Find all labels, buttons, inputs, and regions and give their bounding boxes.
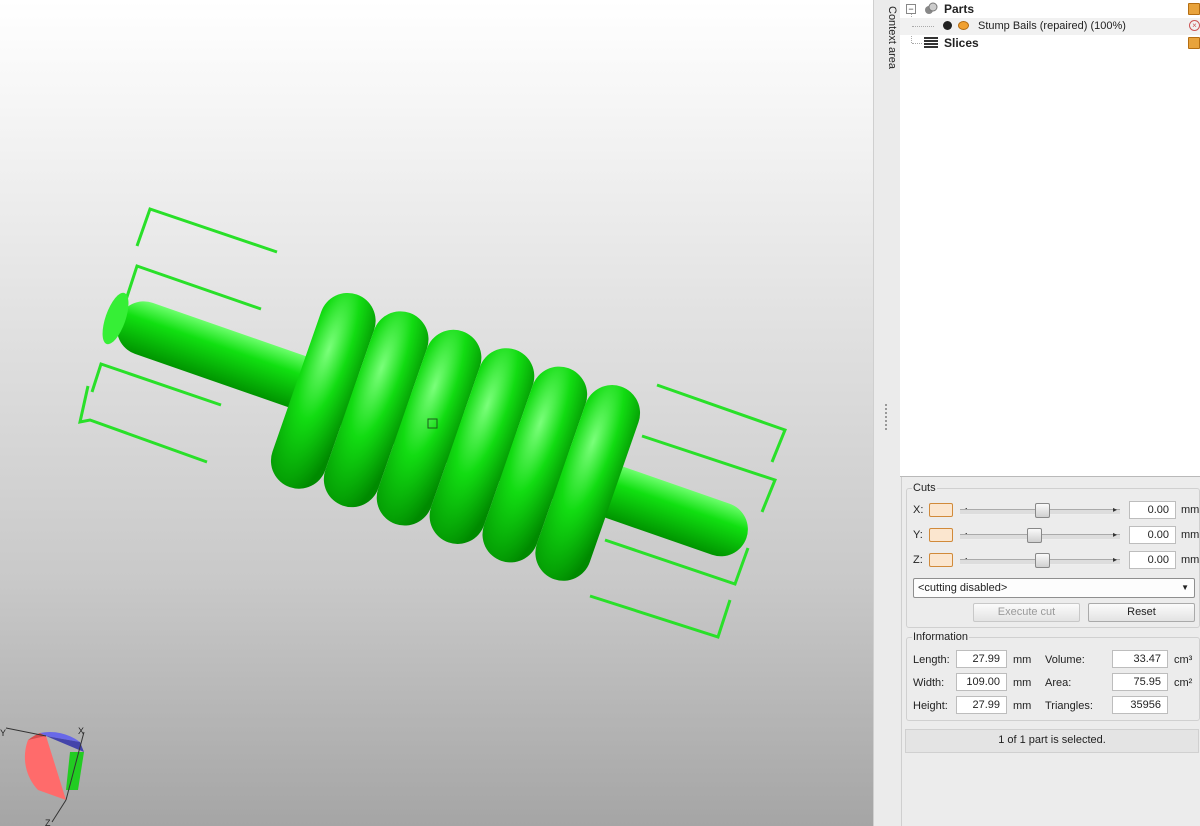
width-value: 109.00 — [956, 673, 1007, 691]
length-unit: mm — [1013, 654, 1032, 666]
cuts-title: Cuts — [912, 482, 937, 494]
cut-axis-label: X: — [913, 504, 924, 516]
slider-right-arrow-icon[interactable]: ▸ — [1113, 555, 1117, 564]
gizmo-x-label: X — [78, 726, 84, 736]
area-value: 75.95 — [1112, 673, 1168, 691]
cut-z-slider-thumb[interactable] — [1035, 553, 1050, 568]
reset-button[interactable]: Reset — [1088, 603, 1195, 622]
context-area-label[interactable]: Context area — [878, 6, 898, 69]
part-status-icon[interactable] — [958, 21, 969, 30]
visibility-dot-icon[interactable] — [943, 21, 952, 30]
cut-y-slider-thumb[interactable] — [1027, 528, 1042, 543]
collapse-icon[interactable]: − — [906, 4, 916, 14]
cut-z-unit: mm — [1181, 554, 1200, 566]
cut-x-slider-thumb[interactable] — [1035, 503, 1050, 518]
length-label: Length: — [913, 654, 950, 666]
tree-guide-line — [912, 43, 922, 44]
execute-cut-button[interactable]: Execute cut — [973, 603, 1080, 622]
cut-axis-label: Z: — [913, 554, 923, 566]
area-label: Area: — [1045, 677, 1072, 689]
axis-gizmo[interactable]: X Y Z — [0, 726, 85, 826]
cut-x-value-field[interactable]: 0.00 — [1129, 501, 1176, 519]
height-value: 27.99 — [956, 696, 1007, 714]
volume-value: 33.47 — [1112, 650, 1168, 668]
length-value: 27.99 — [956, 650, 1007, 668]
height-label: Height: — [913, 700, 948, 712]
tree-label-slices: Slices — [944, 36, 979, 50]
area-unit: cm² — [1174, 677, 1193, 689]
slider-right-arrow-icon[interactable]: ▸ — [1113, 530, 1117, 539]
gizmo-y-label: Y — [0, 728, 6, 738]
selection-status-bar: 1 of 1 part is selected. — [905, 729, 1199, 753]
cut-mode-select[interactable]: <cutting disabled> ▼ — [913, 578, 1195, 598]
triangles-value: 35956 — [1112, 696, 1168, 714]
volume-label: Volume: — [1045, 654, 1085, 666]
folder-icon[interactable] — [1188, 3, 1200, 15]
splitter-handle[interactable] — [885, 404, 889, 430]
information-title: Information — [912, 631, 970, 643]
gizmo-z-label: Z — [45, 818, 51, 826]
chevron-down-icon[interactable]: ▼ — [1181, 579, 1189, 597]
slices-icon — [924, 37, 938, 48]
viewport-canvas[interactable]: X Y Z — [0, 0, 873, 826]
cut-axis-label: Y: — [913, 529, 923, 541]
tree-item-slices[interactable]: Slices — [900, 35, 1200, 52]
tree-item-part[interactable]: Stump Bails (repaired) (100%) × — [900, 18, 1200, 35]
tree-label-part: Stump Bails (repaired) (100%) — [978, 20, 1126, 32]
cut-y-color-swatch[interactable] — [929, 528, 953, 542]
width-label: Width: — [913, 677, 945, 689]
cut-y-value-field[interactable]: 0.00 — [1129, 526, 1176, 544]
parts-icon — [925, 2, 938, 14]
triangles-label: Triangles: — [1045, 700, 1093, 712]
folder-icon[interactable] — [1188, 37, 1200, 49]
height-unit: mm — [1013, 700, 1032, 712]
cut-x-unit: mm — [1181, 504, 1200, 516]
cut-z-color-swatch[interactable] — [929, 553, 953, 567]
volume-unit: cm³ — [1174, 654, 1193, 666]
cut-mode-value: <cutting disabled> — [918, 582, 1008, 594]
tree-guide-line — [912, 26, 934, 27]
cut-z-value-field[interactable]: 0.00 — [1129, 551, 1176, 569]
cut-y-unit: mm — [1181, 529, 1200, 541]
remove-part-icon[interactable]: × — [1189, 20, 1200, 31]
3d-viewport[interactable]: X Y Z — [0, 0, 873, 826]
tree-item-parts[interactable]: − Parts — [900, 1, 1200, 18]
cut-x-color-swatch[interactable] — [929, 503, 953, 517]
slider-right-arrow-icon[interactable]: ▸ — [1113, 505, 1117, 514]
tree-label-parts: Parts — [944, 2, 975, 16]
width-unit: mm — [1013, 677, 1032, 689]
parts-tree[interactable]: − Parts Stump Bails (repaired) (100%) × … — [900, 0, 1200, 477]
